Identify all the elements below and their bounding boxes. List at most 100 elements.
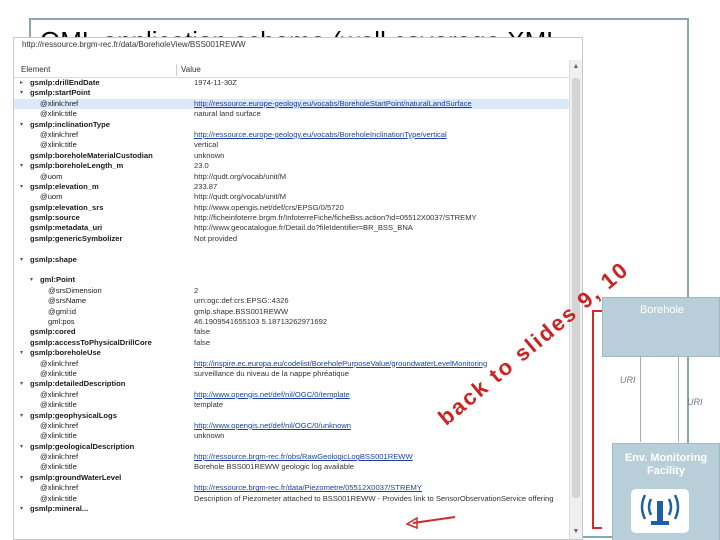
table-row[interactable]: @xlink:href http://ressource.brgm-rec.fr/…	[14, 483, 570, 493]
table-row[interactable]: ▾ gsmlp:mineral...	[14, 504, 570, 514]
back-arrow-icon	[405, 516, 456, 530]
row-element-name: @srsName	[48, 296, 87, 306]
table-row[interactable]: gsmlp:metadata_uri http://www.geocatalogu…	[14, 223, 570, 233]
row-value: 233.87	[194, 181, 218, 191]
expand-arrow-icon[interactable]: ▾	[20, 88, 28, 98]
expand-arrow-icon[interactable]: ▾	[20, 442, 28, 452]
expand-arrow-icon[interactable]: ▾	[20, 411, 28, 421]
table-row[interactable]: gsmlp:boreholeMaterialCustodian unknown	[14, 151, 570, 161]
expand-arrow-icon[interactable]: ▾	[20, 348, 28, 358]
table-row[interactable]: ▾ gsmlp:inclinationType	[14, 120, 570, 130]
table-row[interactable]: @xlink:title Description of Piezometer at…	[14, 494, 570, 504]
expand-arrow-icon[interactable]: ▾	[30, 275, 38, 285]
expand-arrow-icon[interactable]: ▾	[20, 161, 28, 171]
row-element-name: @uom	[40, 171, 63, 181]
borehole-label: Borehole	[639, 304, 685, 316]
table-row[interactable]: ▾ gsmlp:geophysicalLogs	[14, 411, 570, 421]
table-row[interactable]: @xlink:title unknown	[14, 431, 570, 441]
row-value: Description of Piezometer attached to BS…	[194, 493, 554, 503]
uri-label-right: URI	[687, 397, 703, 407]
row-value-link[interactable]: http://ressource.brgm-rec.fr/data/Piezom…	[194, 483, 569, 493]
table-row[interactable]: @xlink:href http://ressource.europe-geolo…	[14, 130, 570, 140]
row-element-name: @xlink:title	[40, 431, 77, 441]
row-value: urn:ogc:def:crs:EPSG::4326	[194, 296, 289, 306]
row-element-name: @xlink:title	[40, 368, 77, 378]
row-element-name: gml:Point	[40, 275, 76, 285]
uri-label-left: URI	[620, 375, 636, 385]
row-value-link[interactable]: http://ressource.europe-geology.eu/vocab…	[194, 99, 569, 109]
expand-arrow-icon[interactable]: ▾	[20, 473, 28, 483]
table-row[interactable]: @xlink:href http://ressource.brgm-rec.fr/…	[14, 452, 570, 462]
row-element-name: gsmlp:shape	[30, 254, 77, 264]
callout-bracket-bottom	[592, 527, 602, 529]
table-row[interactable]: @srsDimension 2	[14, 286, 570, 296]
table-row[interactable]: @uom http://qudt.org/vocab/unit/M	[14, 172, 570, 182]
table-row[interactable]: @uom http://qudt.org/vocab/unit/M	[14, 192, 570, 202]
scroll-up-icon[interactable]: ▲	[571, 62, 581, 72]
expand-arrow-icon[interactable]: ▾	[20, 379, 28, 389]
expand-arrow-icon[interactable]: ▾	[20, 504, 28, 514]
table-row[interactable]: @xlink:title Borehole BSS001REWW geologic…	[14, 462, 570, 472]
table-row[interactable]: gsmlp:cored false	[14, 327, 570, 337]
row-element-name: @gml:id	[48, 306, 76, 316]
table-row[interactable]: ▾ gsmlp:boreholeLength_m 23.0	[14, 161, 570, 171]
row-element-name: gsmlp:boreholeMaterialCustodian	[30, 150, 153, 160]
table-row[interactable]: @xlink:href http://www.opengis.net/def/ni…	[14, 421, 570, 431]
row-element-name: gsmlp:genericSymbolizer	[30, 233, 123, 243]
table-row[interactable]: ▾ gml:Point	[14, 275, 570, 285]
row-element-name: gsmlp:elevation_srs	[30, 202, 104, 212]
table-row[interactable]: @xlink:title vertical	[14, 140, 570, 150]
expand-arrow-icon[interactable]: ▾	[20, 120, 28, 130]
row-value: false	[194, 327, 211, 337]
row-element-name: gsmlp:geophysicalLogs	[30, 410, 117, 420]
row-value: http://ficheinfoterre.brgm.fr/InfoterreF…	[194, 213, 477, 223]
table-row[interactable]: ▸ gsmlp:drillEndDate 1974-11-30Z	[14, 78, 570, 88]
row-element-name: @xlink:href	[40, 358, 79, 368]
row-element-name: @xlink:href	[40, 420, 79, 430]
row-element-name: gsmlp:boreholeLength_m	[30, 161, 124, 171]
xml-tree-rows: ▸ gsmlp:drillEndDate 1974-11-30Z ▾ gsmlp:sta…	[14, 78, 570, 514]
collapse-arrow-icon[interactable]: ▸	[20, 78, 28, 88]
row-element-name: @xlink:title	[40, 109, 77, 119]
row-value-link[interactable]: http://ressource.europe-geology.eu/vocab…	[194, 130, 569, 140]
row-element-name: gsmlp:metadata_uri	[30, 223, 103, 233]
row-element-name: @xlink:title	[40, 462, 77, 472]
row-element-name: gsmlp:source	[30, 213, 80, 223]
table-row[interactable]: gsmlp:source http://ficheinfoterre.brgm.f…	[14, 213, 570, 223]
table-row[interactable]: @xlink:href http://ressource.europe-geolo…	[14, 98, 570, 110]
row-value-link[interactable]: http://ressource.brgm-rec.fr/obs/RawGeol…	[194, 452, 569, 462]
scroll-down-icon[interactable]: ▼	[571, 527, 581, 537]
row-value: http://www.opengis.net/def/crs/EPSG/0/57…	[194, 202, 344, 212]
row-value-link[interactable]: http://www.opengis.net/def/nil/OGC/0/tem…	[194, 390, 569, 400]
column-value-header[interactable]: Value	[181, 65, 201, 74]
table-row[interactable]	[14, 265, 570, 275]
table-row[interactable]: gsmlp:elevation_srs http://www.opengis.ne…	[14, 203, 570, 213]
table-row[interactable]: ▾ gsmlp:elevation_m 233.87	[14, 182, 570, 192]
table-row[interactable]: @xlink:title natural land surface	[14, 109, 570, 119]
column-element-header[interactable]: Element	[21, 65, 50, 74]
table-row[interactable]: ▾ gsmlp:geologicalDescription	[14, 442, 570, 452]
table-row[interactable]: @gml:id gmlp.shape.BSS001REWW	[14, 307, 570, 317]
table-row[interactable]: ▾ gsmlp:boreholeUse	[14, 348, 570, 358]
table-row[interactable]: gml:pos 46.1909541655103 5.18713262971692	[14, 317, 570, 327]
table-row[interactable]: ▾ gsmlp:groundWaterLevel	[14, 473, 570, 483]
table-row[interactable]: @xlink:title template	[14, 400, 570, 410]
row-element-name: gsmlp:detailedDescription	[30, 379, 126, 389]
row-value-link[interactable]: http://www.opengis.net/def/nil/OGC/0/unk…	[194, 421, 569, 431]
expand-arrow-icon[interactable]: ▾	[20, 182, 28, 192]
column-separator[interactable]	[176, 64, 177, 76]
row-element-name: gsmlp:cored	[30, 327, 76, 337]
row-element-name: @xlink:title	[40, 400, 77, 410]
expand-arrow-icon[interactable]: ▾	[20, 255, 28, 265]
row-element-name: gml:pos	[48, 316, 75, 326]
row-element-name: gsmlp:boreholeUse	[30, 348, 101, 358]
row-value: unknown	[194, 150, 225, 160]
table-row[interactable]	[14, 244, 570, 254]
table-row[interactable]: ▾ gsmlp:shape	[14, 255, 570, 265]
table-row[interactable]: gsmlp:accessToPhysicalDrillCore false	[14, 338, 570, 348]
table-row[interactable]: ▾ gsmlp:startPoint	[14, 88, 570, 98]
table-row[interactable]: gsmlp:genericSymbolizer Not provided	[14, 234, 570, 244]
row-element-name: gsmlp:elevation_m	[30, 181, 99, 191]
row-element-name: @xlink:href	[40, 389, 79, 399]
table-row[interactable]: @srsName urn:ogc:def:crs:EPSG::4326	[14, 296, 570, 306]
